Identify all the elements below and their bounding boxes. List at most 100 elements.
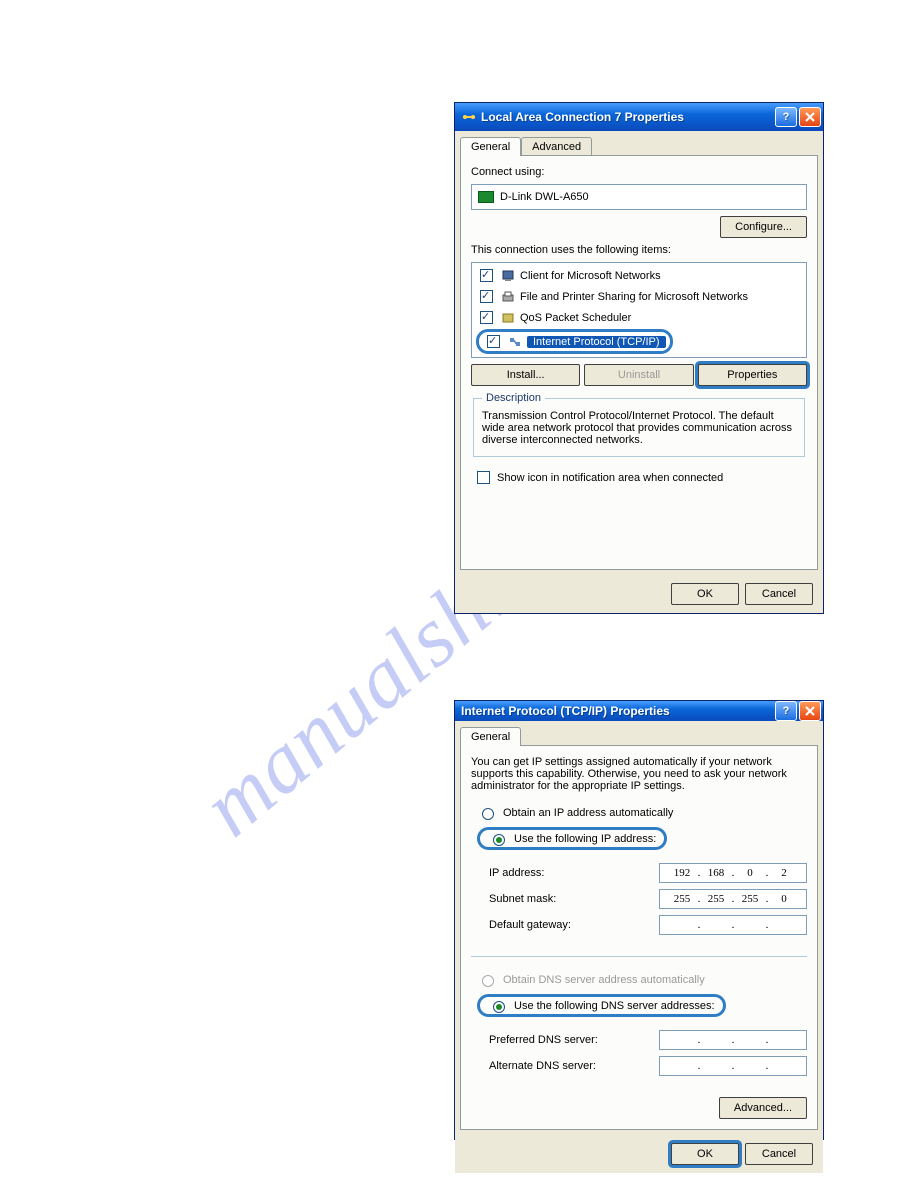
items-label: This connection uses the following items…: [471, 244, 807, 256]
subnet-line: Subnet mask: 255. 255. 255. 0: [489, 888, 807, 910]
tab-body: Connect using: D-Link DWL-A650 Configure…: [460, 155, 818, 570]
checkbox-fps[interactable]: [480, 290, 493, 303]
obtain-dns-radio: [482, 975, 494, 987]
dialog-footer: OK Cancel: [455, 1135, 823, 1173]
item-label: Internet Protocol (TCP/IP): [527, 336, 666, 348]
configure-button[interactable]: Configure...: [720, 216, 807, 238]
adapter-name: D-Link DWL-A650: [500, 191, 589, 203]
use-ip-container: Use the following IP address:: [477, 827, 807, 850]
items-list[interactable]: Client for Microsoft Networks File and P…: [471, 262, 807, 358]
item-label: Client for Microsoft Networks: [520, 270, 661, 282]
highlight-ring: Internet Protocol (TCP/IP): [476, 329, 673, 354]
help-button[interactable]: ?: [775, 107, 797, 127]
ip-address-line: IP address: 192. 168. 0. 2: [489, 862, 807, 884]
advanced-button[interactable]: Advanced...: [719, 1097, 807, 1119]
lan-properties-dialog: Local Area Connection 7 Properties ? Gen…: [454, 102, 824, 614]
alt-dns-line: Alternate DNS server: ...: [489, 1055, 807, 1077]
alt-dns-input[interactable]: ...: [659, 1056, 807, 1076]
nic-icon: [478, 191, 494, 203]
show-icon-row[interactable]: Show icon in notification area when conn…: [471, 467, 807, 488]
ip-octet[interactable]: 255: [702, 894, 730, 905]
tcpip-properties-dialog: Internet Protocol (TCP/IP) Properties ? …: [454, 700, 824, 1140]
description-legend: Description: [482, 392, 545, 404]
adapter-field[interactable]: D-Link DWL-A650: [471, 184, 807, 210]
highlight-ring: Use the following DNS server addresses:: [477, 994, 726, 1017]
pref-dns-label: Preferred DNS server:: [489, 1034, 659, 1046]
use-dns-label: Use the following DNS server addresses:: [514, 1000, 715, 1012]
titlebar[interactable]: Local Area Connection 7 Properties ?: [455, 103, 823, 131]
ip-address-input[interactable]: 192. 168. 0. 2: [659, 863, 807, 883]
dialog-title: Local Area Connection 7 Properties: [481, 110, 773, 124]
dns-fields-group: Preferred DNS server: ... Alternate DNS …: [489, 1025, 807, 1081]
checkbox-client[interactable]: [480, 269, 493, 282]
pref-dns-input[interactable]: ...: [659, 1030, 807, 1050]
qos-icon: [500, 311, 516, 325]
ip-octet[interactable]: 255: [736, 894, 764, 905]
printer-icon: [500, 290, 516, 304]
tabstrip: General: [455, 721, 823, 745]
obtain-ip-label: Obtain an IP address automatically: [503, 807, 673, 819]
ip-octet[interactable]: 2: [770, 868, 798, 879]
gateway-line: Default gateway: ...: [489, 914, 807, 936]
cancel-button[interactable]: Cancel: [745, 583, 813, 605]
network-icon: [461, 109, 477, 125]
description-text: Transmission Control Protocol/Internet P…: [482, 410, 796, 446]
divider: [471, 956, 807, 957]
ok-button[interactable]: OK: [671, 583, 739, 605]
item-fps[interactable]: File and Printer Sharing for Microsoft N…: [474, 286, 804, 307]
obtain-ip-row[interactable]: Obtain an IP address automatically: [477, 804, 807, 821]
tab-advanced[interactable]: Advanced: [521, 137, 592, 156]
dialog-footer: OK Cancel: [455, 575, 823, 613]
close-button[interactable]: [799, 701, 821, 721]
uninstall-button: Uninstall: [584, 364, 693, 386]
install-button[interactable]: Install...: [471, 364, 580, 386]
dialog-title: Internet Protocol (TCP/IP) Properties: [461, 704, 773, 718]
item-client[interactable]: Client for Microsoft Networks: [474, 265, 804, 286]
description-group: Description Transmission Control Protoco…: [473, 392, 805, 457]
obtain-dns-label: Obtain DNS server address automatically: [503, 974, 705, 986]
tcpip-icon: [507, 335, 523, 349]
gateway-input[interactable]: ...: [659, 915, 807, 935]
checkbox-qos[interactable]: [480, 311, 493, 324]
blurb-text: You can get IP settings assigned automat…: [471, 756, 807, 792]
tabstrip: General Advanced: [455, 131, 823, 155]
use-dns-radio[interactable]: [493, 1001, 505, 1013]
obtain-dns-row: Obtain DNS server address automatically: [477, 971, 807, 988]
ip-address-label: IP address:: [489, 867, 659, 879]
obtain-ip-radio[interactable]: [482, 808, 494, 820]
ip-octet[interactable]: 192: [668, 868, 696, 879]
show-icon-label: Show icon in notification area when conn…: [497, 472, 723, 484]
cancel-button[interactable]: Cancel: [745, 1143, 813, 1165]
connect-using-label: Connect using:: [471, 166, 807, 178]
subnet-label: Subnet mask:: [489, 893, 659, 905]
gateway-label: Default gateway:: [489, 919, 659, 931]
show-icon-checkbox[interactable]: [477, 471, 490, 484]
item-tcpip[interactable]: Internet Protocol (TCP/IP): [474, 328, 804, 355]
client-icon: [500, 269, 516, 283]
help-button[interactable]: ?: [775, 701, 797, 721]
tab-general[interactable]: General: [460, 137, 521, 156]
ok-button[interactable]: OK: [671, 1143, 739, 1165]
subnet-input[interactable]: 255. 255. 255. 0: [659, 889, 807, 909]
use-dns-container: Use the following DNS server addresses:: [477, 994, 807, 1017]
ip-octet[interactable]: 168: [702, 868, 730, 879]
tab-general[interactable]: General: [460, 727, 521, 746]
highlight-ring: Use the following IP address:: [477, 827, 667, 850]
checkbox-tcpip[interactable]: [487, 335, 500, 348]
ip-octet[interactable]: 255: [668, 894, 696, 905]
titlebar[interactable]: Internet Protocol (TCP/IP) Properties ?: [455, 701, 823, 721]
use-ip-label: Use the following IP address:: [514, 833, 656, 845]
ip-octet[interactable]: 0: [736, 868, 764, 879]
tab-body: You can get IP settings assigned automat…: [460, 745, 818, 1130]
item-buttons: Install... Uninstall Properties: [471, 364, 807, 386]
item-qos[interactable]: QoS Packet Scheduler: [474, 307, 804, 328]
ip-fields-group: IP address: 192. 168. 0. 2 Subnet mask: …: [489, 858, 807, 940]
close-button[interactable]: [799, 107, 821, 127]
alt-dns-label: Alternate DNS server:: [489, 1060, 659, 1072]
pref-dns-line: Preferred DNS server: ...: [489, 1029, 807, 1051]
item-label: QoS Packet Scheduler: [520, 312, 631, 324]
ip-octet[interactable]: 0: [770, 894, 798, 905]
properties-button[interactable]: Properties: [698, 364, 807, 386]
item-label: File and Printer Sharing for Microsoft N…: [520, 291, 748, 303]
use-ip-radio[interactable]: [493, 834, 505, 846]
